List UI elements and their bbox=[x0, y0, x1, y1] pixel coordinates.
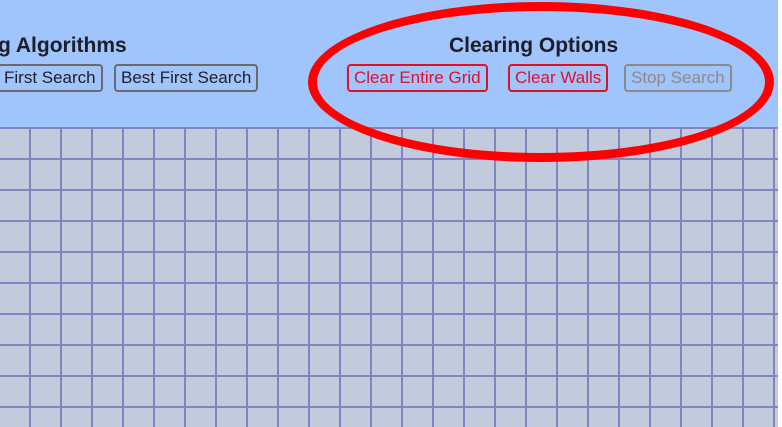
algorithms-title: g Algorithms bbox=[0, 34, 127, 57]
clear-walls-button[interactable]: Clear Walls bbox=[508, 64, 609, 92]
clearing-options-title: Clearing Options bbox=[449, 34, 619, 57]
best-first-search-button[interactable]: Best First Search bbox=[114, 64, 259, 92]
clear-entire-grid-button[interactable]: Clear Entire Grid bbox=[347, 64, 488, 92]
page-edge bbox=[778, 0, 782, 423]
stop-search-button[interactable]: Stop Search bbox=[624, 64, 732, 92]
pathfinding-grid[interactable] bbox=[0, 127, 778, 427]
first-search-button[interactable]: First Search bbox=[0, 64, 103, 92]
control-header: g Algorithms First Search Best First Sea… bbox=[0, 0, 778, 128]
